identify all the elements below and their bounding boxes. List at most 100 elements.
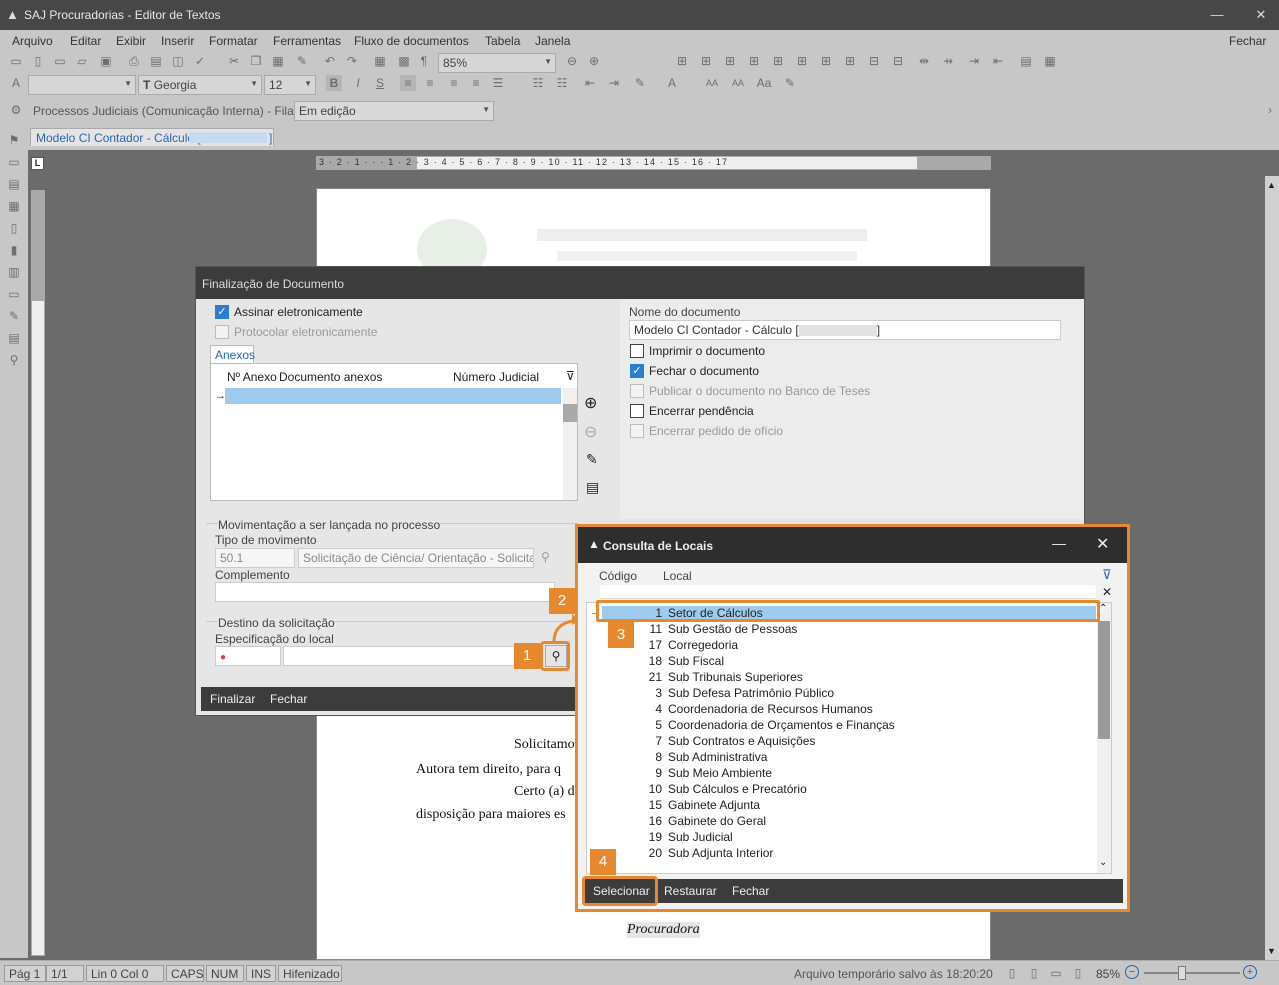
align-right-icon[interactable]: ≡ <box>446 75 462 91</box>
list-item[interactable]: 18 Sub Fiscal <box>602 654 1096 670</box>
scroll-up-icon[interactable]: ▲ <box>1267 180 1276 190</box>
align-left-icon[interactable]: ≡ <box>400 75 416 91</box>
assinar-checkbox[interactable]: ✓ <box>215 305 229 319</box>
table-tool-icon[interactable]: ⊞ <box>746 53 762 69</box>
protocolar-checkbox[interactable] <box>215 325 229 339</box>
tipo-mov-code[interactable]: 50.1 <box>215 548 295 568</box>
save-icon[interactable]: ▣ <box>98 53 114 69</box>
table-tool-icon[interactable]: ⊞ <box>770 53 786 69</box>
fechar-doc-checkbox[interactable]: ✓ <box>630 364 644 378</box>
tool-icon[interactable]: ▤ <box>6 330 22 346</box>
zoom-in-icon[interactable]: + <box>1243 965 1257 979</box>
align-center-icon[interactable]: ≡ <box>422 75 438 91</box>
queue-combo[interactable]: Em edição ▼ <box>294 101 494 121</box>
underline-icon[interactable]: S <box>372 75 388 91</box>
scroll-thumb[interactable] <box>563 404 577 422</box>
list-item[interactable]: 16 Gabinete do Geral <box>602 814 1096 830</box>
view-outline-icon[interactable]: ▯ <box>1070 965 1086 981</box>
bold-icon[interactable]: B <box>326 75 342 91</box>
line-spacing-icon[interactable]: ☰ <box>490 75 506 91</box>
imprimir-checkbox[interactable] <box>630 344 644 358</box>
tool-icon[interactable]: ✎ <box>6 308 22 324</box>
shading-icon[interactable]: ▦ <box>1042 53 1058 69</box>
fechar-button[interactable]: Fechar <box>732 884 769 898</box>
zoom-out-icon[interactable]: ⊖ <box>564 53 580 69</box>
open-icon[interactable]: ▭ <box>52 53 68 69</box>
cut-icon[interactable]: ✂ <box>226 53 242 69</box>
tool-icon[interactable]: ▭ <box>6 154 22 170</box>
encerrar-pendencia-checkbox[interactable] <box>630 404 644 418</box>
italic-icon[interactable]: I <box>350 75 366 91</box>
menu-fechar[interactable]: Fechar <box>1229 34 1266 48</box>
tool-icon[interactable]: ▤ <box>6 176 22 192</box>
copy-icon[interactable]: ❐ <box>248 53 264 69</box>
preview-icon[interactable]: ▤ <box>148 53 164 69</box>
list-item[interactable]: 5 Coordenadoria de Orçamentos e Finanças <box>602 718 1096 734</box>
list-item[interactable]: 3 Sub Defesa Patrimônio Público <box>602 686 1096 702</box>
table-tool-icon[interactable]: ⊞ <box>794 53 810 69</box>
fechar-button[interactable]: Fechar <box>270 692 307 706</box>
document-tab[interactable]: Modelo CI Contador - Cálculo [ ] <box>30 128 274 146</box>
tool-icon[interactable]: ▮ <box>6 242 22 258</box>
insert-col-icon[interactable]: ⇸ <box>940 53 956 69</box>
list-item[interactable]: 11 Sub Gestão de Pessoas <box>602 622 1096 638</box>
style-combo[interactable]: ▼ <box>28 75 136 95</box>
delete-row-icon[interactable]: ⇥ <box>966 53 982 69</box>
redo-icon[interactable]: ↷ <box>344 53 360 69</box>
menu-arquivo[interactable]: Arquivo <box>12 34 53 48</box>
split-icon[interactable]: ⊟ <box>890 53 906 69</box>
list-scrollbar[interactable]: ⌃ ⌄ <box>1097 603 1111 873</box>
delete-col-icon[interactable]: ⇤ <box>990 53 1006 69</box>
paste-icon[interactable]: ▦ <box>270 53 286 69</box>
scan-icon[interactable]: ▤ <box>586 479 599 496</box>
list-item[interactable]: 21 Sub Tribunais Superiores <box>602 670 1096 686</box>
scroll-thumb[interactable] <box>1098 621 1110 739</box>
menu-tabela[interactable]: Tabela <box>485 34 520 48</box>
print-icon[interactable]: ⎙ <box>126 53 142 69</box>
local-name-field[interactable] <box>283 646 517 666</box>
menu-exibir[interactable]: Exibir <box>116 34 146 48</box>
font-size-combo[interactable]: 12 ▼ <box>264 75 316 95</box>
font-combo[interactable]: T Georgia ▼ <box>138 75 262 95</box>
zoom-slider[interactable] <box>1144 972 1240 974</box>
list-item[interactable]: 17 Corregedoria <box>602 638 1096 654</box>
list-item[interactable]: 20 Sub Adjunta Interior <box>602 846 1096 862</box>
scroll-up-icon[interactable]: ⌃ <box>1099 603 1107 614</box>
undo-icon[interactable]: ↶ <box>322 53 338 69</box>
tool-icon[interactable]: ▥ <box>6 264 22 280</box>
list-item[interactable]: 10 Sub Cálculos e Precatório <box>602 782 1096 798</box>
view-layout-icon[interactable]: ▯ <box>1026 965 1042 981</box>
complemento-field[interactable] <box>215 582 555 602</box>
borders-icon[interactable]: ▤ <box>1018 53 1034 69</box>
insert-row-icon[interactable]: ⇹ <box>916 53 932 69</box>
filter-icon[interactable]: ⊽ <box>566 369 575 383</box>
list-item[interactable]: 19 Sub Judicial <box>602 830 1096 846</box>
tool-icon[interactable]: ▦ <box>6 198 22 214</box>
table-tool-icon[interactable]: ⊞ <box>674 53 690 69</box>
horizontal-ruler[interactable]: 3 · 2 · 1 · · · 1 · 2 · 3 · 4 · 5 · 6 · … <box>316 156 991 170</box>
attach-icon[interactable]: ✎ <box>586 451 598 468</box>
tipo-mov-desc[interactable]: Solicitação de Ciência/ Orientação - Sol… <box>298 548 534 568</box>
zoom-out-icon[interactable]: − <box>1125 965 1139 979</box>
tool-icon[interactable]: ⚑ <box>6 132 22 148</box>
numbering-icon[interactable]: ☷ <box>554 75 570 91</box>
menu-editar[interactable]: Editar <box>70 34 101 48</box>
menu-inserir[interactable]: Inserir <box>161 34 194 48</box>
encerrar-oficio-checkbox[interactable] <box>630 424 644 438</box>
font-color-icon[interactable]: A <box>664 75 680 91</box>
local-code-field[interactable]: ● <box>215 646 281 666</box>
tool-icon[interactable]: ▭ <box>6 286 22 302</box>
restaurar-button[interactable]: Restaurar <box>664 884 717 898</box>
close-window-button[interactable]: ✕ <box>1247 4 1275 26</box>
table-tool-icon[interactable]: ⊞ <box>722 53 738 69</box>
view-normal-icon[interactable]: ▯ <box>1004 965 1020 981</box>
merge-icon[interactable]: ⊟ <box>866 53 882 69</box>
table-tool-icon[interactable]: ⊞ <box>818 53 834 69</box>
grow-font-icon[interactable]: AA <box>704 75 720 91</box>
bullets-icon[interactable]: ☷ <box>530 75 546 91</box>
open-folder-icon[interactable]: ▱ <box>74 53 90 69</box>
filter-row[interactable] <box>600 585 1096 599</box>
col-local[interactable]: Local <box>663 569 692 583</box>
justify-icon[interactable]: ≡ <box>468 75 484 91</box>
menu-ferramentas[interactable]: Ferramentas <box>273 34 341 48</box>
